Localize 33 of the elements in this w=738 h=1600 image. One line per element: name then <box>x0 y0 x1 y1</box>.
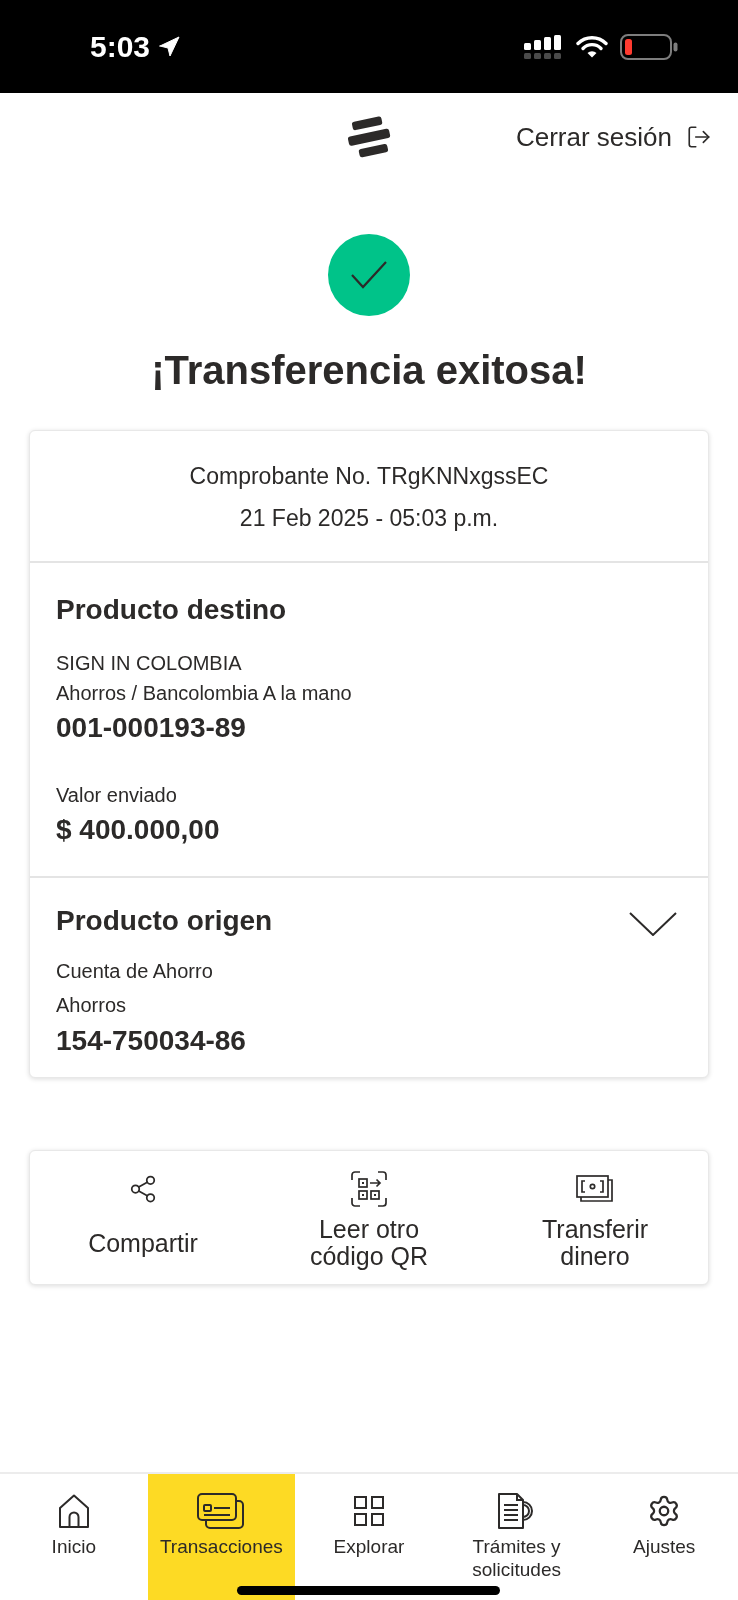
qr-scan-icon <box>351 1171 387 1207</box>
document-icon <box>497 1493 536 1529</box>
signal-icon <box>524 34 564 59</box>
section-heading: Producto destino <box>56 593 287 627</box>
action-button[interactable]: Leer otro código QR <box>256 1171 482 1270</box>
nav-tab[interactable]: Transacciones <box>147 1474 296 1600</box>
action-button[interactable]: Compartir <box>30 1171 256 1270</box>
amount-value: $ 400.000,00 <box>56 813 220 847</box>
success-title: ¡Transferencia exitosa! <box>151 347 587 394</box>
wifi-icon <box>576 34 608 59</box>
receipt-number: Comprobante No. TRgKNNxgssEC <box>189 462 549 491</box>
account-type: Ahorros / Bancolombia A la mano <box>56 681 352 706</box>
credit-cards-icon <box>197 1493 246 1529</box>
location-arrow-icon <box>157 34 182 59</box>
grid-icon <box>354 1496 384 1526</box>
receipt-date: 21 Feb 2025 - 05:03 p.m. <box>239 504 499 533</box>
logout-button[interactable]: Cerrar sesión <box>515 121 712 153</box>
account-number: 154-750034-86 <box>56 1024 246 1058</box>
account-number: 001-000193-89 <box>56 711 246 745</box>
status-time: 5:03 <box>90 31 151 62</box>
section-heading: Producto origen <box>56 904 273 938</box>
action-button[interactable]: Transferir dinero <box>482 1171 708 1270</box>
amount-label: Valor enviado <box>56 783 177 808</box>
account-type: Ahorros <box>56 993 127 1018</box>
banknote-icon <box>576 1175 614 1203</box>
battery-low-icon <box>620 33 678 60</box>
chevron-down-icon <box>629 912 677 936</box>
logo-icon <box>345 114 393 160</box>
recipient-name: SIGN IN COLOMBIA <box>56 651 242 676</box>
account-name: Cuenta de Ahorro <box>56 959 213 984</box>
home-icon <box>57 1494 90 1528</box>
logout-icon <box>686 124 712 150</box>
expand-chevron-button[interactable] <box>629 911 677 937</box>
